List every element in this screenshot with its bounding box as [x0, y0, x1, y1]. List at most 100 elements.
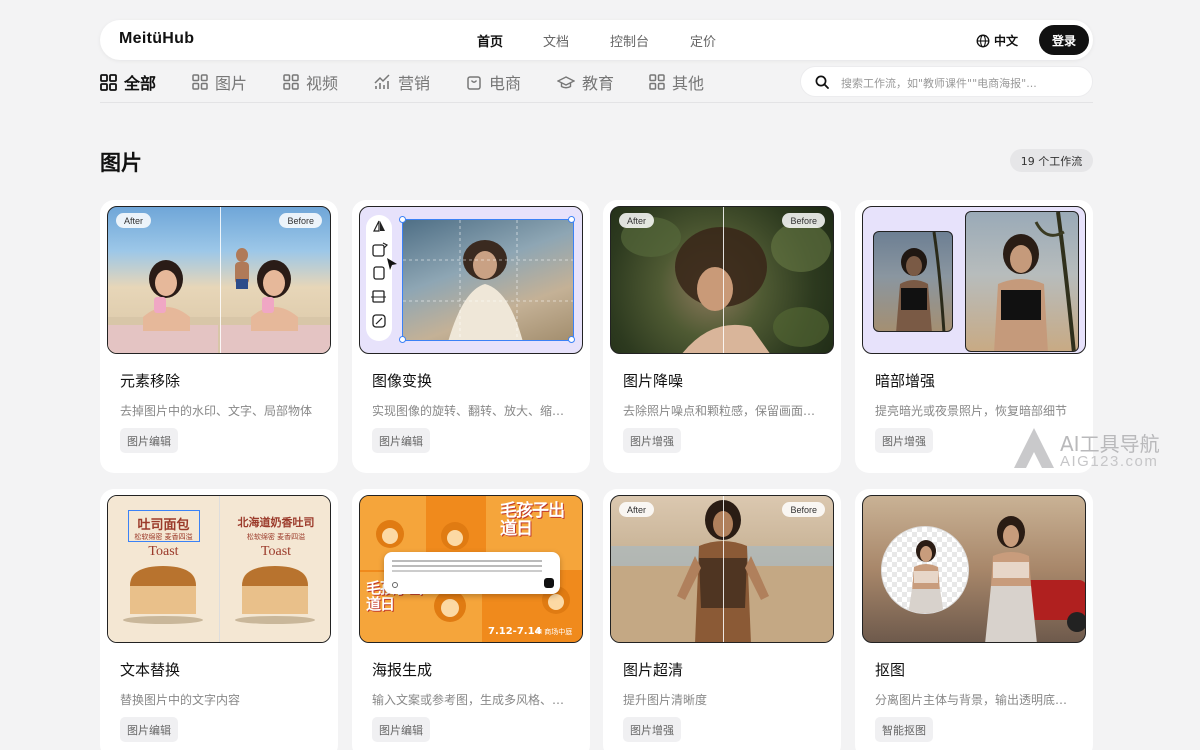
after-label: After	[619, 502, 655, 517]
compare-divider[interactable]	[723, 207, 724, 353]
tab-other-label: 其他	[672, 74, 705, 93]
tab-education-label: 教育	[582, 74, 615, 93]
card-title: 海报生成	[372, 661, 433, 679]
workflow-card-poster-gen[interactable]: 毛孩子出道日 毛孩子出道日 7.12-7.14 M 商场中庭 海报生成 输入文案…	[352, 489, 590, 750]
compare-divider[interactable]	[723, 496, 724, 642]
top-nav-bar: MeitüHub 首页 文档 控制台 定价 中文 登录	[100, 20, 1093, 60]
card-description: 实现图像的旋转、翻转、放大、缩小...	[372, 404, 572, 418]
before-label: Before	[279, 213, 322, 228]
search-icon	[815, 75, 829, 89]
card-description: 分离图片主体与背景，输出透明底或...	[875, 693, 1075, 707]
compare-divider	[219, 496, 220, 642]
tab-marketing-label: 营销	[398, 74, 431, 93]
before-label: Before	[782, 213, 825, 228]
transform-tools	[371, 220, 389, 328]
card-tag: 图片增强	[875, 428, 933, 453]
bright-portrait	[994, 212, 1076, 351]
card-description: 提升图片清晰度	[623, 693, 708, 707]
tab-image-label: 图片	[215, 74, 248, 93]
nav-console[interactable]: 控制台	[610, 31, 649, 50]
after-image	[965, 211, 1079, 352]
workflow-card-cutout[interactable]: 抠图 分离图片主体与背景，输出透明底或... 智能抠图	[855, 489, 1093, 750]
tab-ecommerce-label: 电商	[489, 74, 522, 93]
card-title: 文本替换	[120, 661, 181, 679]
resize-handle[interactable]	[399, 216, 406, 223]
nav-pricing[interactable]: 定价	[690, 31, 716, 50]
shopping-bag-icon	[467, 76, 481, 90]
tab-all[interactable]: 全部	[100, 71, 156, 93]
card-thumbnail	[359, 206, 583, 354]
grid-icon	[100, 73, 117, 91]
graduation-cap-icon	[557, 76, 575, 89]
card-tag: 图片编辑	[372, 717, 430, 742]
nav-home[interactable]: 首页	[477, 31, 503, 50]
resize-handle[interactable]	[399, 336, 406, 343]
workflow-card-element-removal[interactable]: After Before 元素移除 去掉图片中的水印、文字、局部物体 图片编辑	[100, 200, 338, 473]
workflow-card-shadow-enhance[interactable]: 暗部增强 提亮暗光或夜景照片，恢复暗部细节 图片增强	[855, 200, 1093, 473]
selected-image[interactable]	[402, 219, 574, 341]
tab-video-label: 视频	[306, 74, 339, 93]
compare-divider[interactable]	[220, 207, 221, 353]
card-thumbnail	[862, 495, 1086, 643]
card-title: 图片超清	[623, 661, 684, 679]
prompt-text-lines	[392, 560, 542, 562]
after-label: After	[619, 213, 655, 228]
dark-portrait	[896, 232, 946, 331]
tab-video[interactable]: 视频	[283, 71, 338, 93]
card-description: 去除照片噪点和颗粒感，保留画面细节	[623, 404, 823, 418]
card-tag: 图片编辑	[120, 717, 178, 742]
resize-handle[interactable]	[568, 336, 575, 343]
grid-icon	[192, 74, 208, 90]
card-title: 图像变换	[372, 372, 433, 390]
card-thumbnail: 吐司面包 松软绵密 麦香四溢 Toast 北海道奶香吐司 松软绵密 麦香四溢 T…	[107, 495, 331, 643]
card-title: 抠图	[875, 661, 906, 679]
card-thumbnail: 毛孩子出道日 毛孩子出道日 7.12-7.14 M 商场中庭	[359, 495, 583, 643]
section-title: 图片	[100, 151, 142, 175]
card-description: 替换图片中的文字内容	[120, 693, 241, 707]
tab-ecommerce[interactable]: 电商	[466, 71, 521, 93]
tab-other[interactable]: 其他	[649, 71, 704, 93]
card-title: 元素移除	[120, 372, 181, 390]
grid-icon	[283, 74, 299, 90]
watermark-logo-icon	[1014, 428, 1054, 468]
woman-portrait	[403, 220, 573, 340]
login-button[interactable]: 登录	[1039, 25, 1089, 55]
cutout-bubble	[881, 526, 969, 614]
text-selection-box[interactable]	[128, 510, 200, 542]
tab-all-label: 全部	[124, 74, 157, 93]
workflow-card-denoise[interactable]: After Before 图片降噪 去除照片噪点和颗粒感，保留画面细节 图片增强	[603, 200, 841, 473]
card-title: 暗部增强	[875, 372, 936, 390]
card-tag: 图片增强	[623, 717, 681, 742]
attachment-icon[interactable]	[392, 582, 398, 588]
card-description: 输入文案或参考图，生成多风格、多...	[372, 693, 572, 707]
send-button[interactable]	[544, 578, 554, 588]
card-description: 提亮暗光或夜景照片，恢复暗部细节	[875, 404, 1068, 418]
workflow-card-text-replace[interactable]: 吐司面包 松软绵密 麦香四溢 Toast 北海道奶香吐司 松软绵密 麦香四溢 T…	[100, 489, 338, 750]
search-placeholder: 搜索工作流，如"教师课件""电商海报"...	[841, 77, 1037, 90]
bar-chart-icon	[374, 74, 390, 89]
watermark-url: AIG123.com	[1060, 453, 1159, 470]
language-switch[interactable]: 中文	[976, 32, 1018, 49]
resize-handle[interactable]	[568, 216, 575, 223]
tab-image[interactable]: 图片	[192, 71, 247, 93]
tabs-divider	[100, 102, 1093, 103]
prompt-dialog[interactable]	[384, 552, 560, 594]
workflow-count-badge: 19 个工作流	[1010, 149, 1093, 172]
tab-education[interactable]: 教育	[557, 71, 614, 93]
card-tag: 图片编辑	[120, 428, 178, 453]
card-tag: 图片增强	[623, 428, 681, 453]
card-tag: 图片编辑	[372, 428, 430, 453]
after-label: After	[116, 213, 152, 228]
search-input[interactable]: 搜索工作流，如"教师课件""电商海报"...	[800, 66, 1093, 97]
cursor-icon	[387, 258, 397, 270]
workflow-card-super-resolution[interactable]: After Before 图片超清 提升图片清晰度 图片增强	[603, 489, 841, 750]
grid-icon	[649, 74, 665, 90]
meituhub-logo[interactable]: MeitüHub	[119, 30, 194, 48]
language-label: 中文	[994, 34, 1019, 48]
tab-marketing[interactable]: 营销	[374, 71, 430, 93]
card-tag: 智能抠图	[875, 717, 933, 742]
before-label: Before	[782, 502, 825, 517]
card-description: 去掉图片中的水印、文字、局部物体	[120, 404, 313, 418]
nav-docs[interactable]: 文档	[543, 31, 569, 50]
workflow-card-image-transform[interactable]: 图像变换 实现图像的旋转、翻转、放大、缩小... 图片编辑	[352, 200, 590, 473]
